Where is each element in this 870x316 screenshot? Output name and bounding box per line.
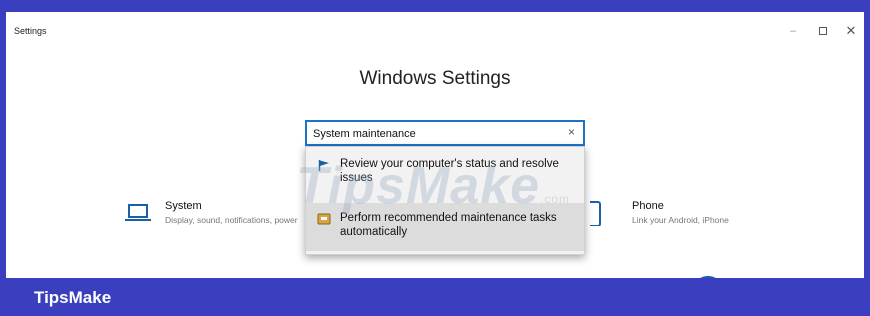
phone-icon (590, 201, 601, 226)
category-phone-title: Phone (632, 200, 664, 212)
laptop-icon (125, 204, 151, 221)
page-title: Windows Settings (359, 68, 511, 89)
search-suggestions: Review your computer's status and resolv… (305, 146, 585, 255)
maximize-button[interactable] (808, 20, 838, 42)
clear-search-button[interactable]: × (568, 125, 575, 139)
search-input[interactable] (313, 125, 553, 143)
minimize-button[interactable]: – (778, 20, 808, 42)
suggestion-label: Perform recommended maintenance tasks au… (340, 212, 557, 238)
flag-icon (316, 159, 332, 171)
category-system-desc: Display, sound, notifications, power (165, 215, 298, 225)
suggestion-item[interactable]: Review your computer's status and resolv… (306, 157, 584, 201)
category-phone-desc: Link your Android, iPhone (632, 215, 729, 225)
search-box[interactable]: × (305, 120, 585, 146)
brand-label: TipsMake (34, 288, 112, 307)
title-bar: Settings – ✕ (6, 12, 864, 46)
maximize-icon (819, 27, 827, 35)
category-system[interactable]: System Display, sound, notifications, po… (123, 200, 303, 226)
suggestion-label: Review your computer's status and resolv… (340, 158, 559, 184)
category-system-title: System (165, 200, 202, 212)
window-title: Settings (14, 26, 47, 36)
category-phone[interactable]: Phone Link your Android, iPhone (590, 200, 760, 226)
close-button[interactable]: ✕ (836, 20, 864, 42)
settings-window: Settings – ✕ Windows Settings System Dis… (6, 12, 864, 278)
partial-icons (700, 276, 716, 278)
suggestion-item[interactable]: Perform recommended maintenance tasks au… (306, 203, 584, 251)
maintenance-icon (316, 213, 332, 225)
